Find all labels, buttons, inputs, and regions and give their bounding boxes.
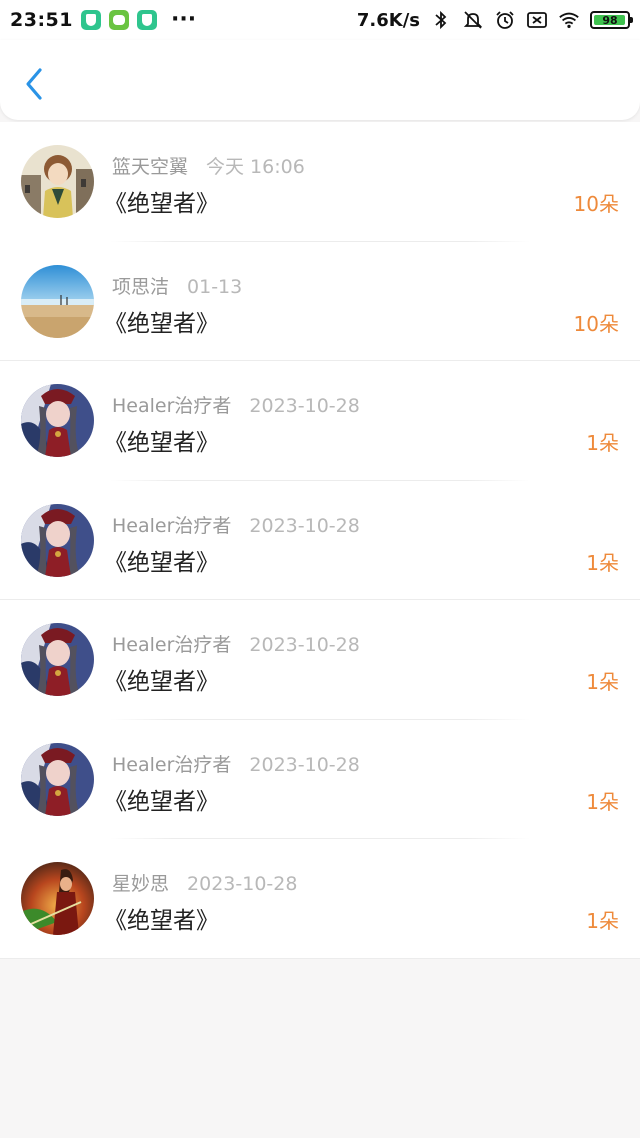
anime-girl-avatar <box>21 384 94 457</box>
list-item[interactable]: 项思洁 01-13 《绝望者》 10朵 <box>0 242 640 361</box>
work-title: 《绝望者》 <box>104 908 219 934</box>
list-item[interactable]: Healer治疗者 2023-10-28 《绝望者》 1朵 <box>0 481 640 600</box>
bot-app-icon <box>108 10 129 30</box>
network-speed: 7.6K/s <box>356 9 420 31</box>
work-title: 《绝望者》 <box>104 788 219 815</box>
anime-girl-avatar <box>21 742 94 816</box>
avatar[interactable] <box>21 145 94 218</box>
back-button[interactable] <box>18 64 52 104</box>
work-title: 《绝望者》 <box>104 669 219 695</box>
flower-count: 1朵 <box>586 550 619 575</box>
avatar[interactable] <box>21 503 94 577</box>
sender-name-text: 星妙思 <box>112 873 170 895</box>
beach-avatar <box>21 264 94 338</box>
sender-name: Healer治疗者 2023-10-28 <box>112 511 360 538</box>
sender-name-text: Healer治疗者 <box>112 514 232 537</box>
divider <box>0 957 640 959</box>
flower-count: 1朵 <box>586 670 619 694</box>
sim-off-icon <box>527 12 547 28</box>
boy-illustration-avatar <box>21 145 94 218</box>
sender-name: Healer治疗者 2023-10-28 <box>112 630 360 657</box>
battery-icon: 98 <box>590 11 633 29</box>
list-item[interactable]: Healer治疗者 2023-10-28 《绝望者》 1朵 <box>0 600 640 720</box>
gift-record-list: 篮天空翼 今天 16:06 《绝望者》 10朵 项思洁 01-13 《绝望者》 … <box>0 122 640 959</box>
wifi-icon <box>559 12 579 29</box>
sender-name: Healer治疗者 2023-10-28 <box>112 391 360 418</box>
gift-date: 2023-10-28 <box>249 395 360 417</box>
gift-date: 2023-10-28 <box>249 514 360 537</box>
flower-count: 10朵 <box>573 311 619 336</box>
sender-name: 星妙思 2023-10-28 <box>112 869 297 896</box>
sender-name-text: 篮天空翼 <box>112 156 189 178</box>
more-notifications-icon: ··· <box>170 7 197 32</box>
avatar[interactable] <box>21 264 94 338</box>
mute-icon <box>463 11 483 29</box>
gift-date: 2023-10-28 <box>187 873 298 895</box>
sender-name: Healer治疗者 2023-10-28 <box>112 750 360 777</box>
flower-count: 1朵 <box>586 789 619 814</box>
sender-name: 篮天空翼 今天 16:06 <box>112 152 305 179</box>
chevron-left-icon <box>26 68 42 100</box>
gift-date: 今天 16:06 <box>206 156 305 178</box>
status-bar-left: 23:51 ··· <box>10 7 197 32</box>
avatar[interactable] <box>21 384 94 457</box>
gift-date: 2023-10-28 <box>249 634 360 656</box>
gift-date: 01-13 <box>187 275 243 298</box>
gift-date: 2023-10-28 <box>249 753 360 776</box>
sender-name-text: Healer治疗者 <box>112 634 232 656</box>
list-item[interactable]: Healer治疗者 2023-10-28 《绝望者》 1朵 <box>0 361 640 481</box>
status-time: 23:51 <box>10 9 73 31</box>
status-bar: 23:51 ··· 7.6K/s 98 <box>0 0 640 40</box>
sender-name-text: 项思洁 <box>112 275 170 298</box>
work-title: 《绝望者》 <box>104 310 219 337</box>
status-bar-right: 7.6K/s 98 <box>356 9 633 31</box>
shield-app-icon <box>136 10 157 30</box>
sender-name-text: Healer治疗者 <box>112 395 232 417</box>
shield-app-icon <box>80 10 101 30</box>
flower-count: 10朵 <box>573 192 619 216</box>
list-item[interactable]: 星妙思 2023-10-28 《绝望者》 1朵 <box>0 839 640 959</box>
flower-count: 1朵 <box>586 909 619 933</box>
work-title: 《绝望者》 <box>104 549 219 576</box>
warrior-avatar <box>21 862 94 935</box>
avatar[interactable] <box>21 862 94 935</box>
list-item[interactable]: Healer治疗者 2023-10-28 《绝望者》 1朵 <box>0 720 640 839</box>
work-title: 《绝望者》 <box>104 191 219 217</box>
header <box>0 40 640 120</box>
anime-girl-avatar <box>21 623 94 696</box>
bluetooth-icon <box>435 10 447 30</box>
avatar[interactable] <box>21 742 94 816</box>
flower-count: 1朵 <box>586 431 619 455</box>
list-item[interactable]: 篮天空翼 今天 16:06 《绝望者》 10朵 <box>0 122 640 242</box>
sender-name-text: Healer治疗者 <box>112 753 232 776</box>
alarm-icon <box>496 11 514 29</box>
work-title: 《绝望者》 <box>104 430 219 456</box>
anime-girl-avatar <box>21 503 94 577</box>
sender-name: 项思洁 01-13 <box>112 272 242 299</box>
avatar[interactable] <box>21 623 94 696</box>
battery-level: 98 <box>602 13 618 27</box>
